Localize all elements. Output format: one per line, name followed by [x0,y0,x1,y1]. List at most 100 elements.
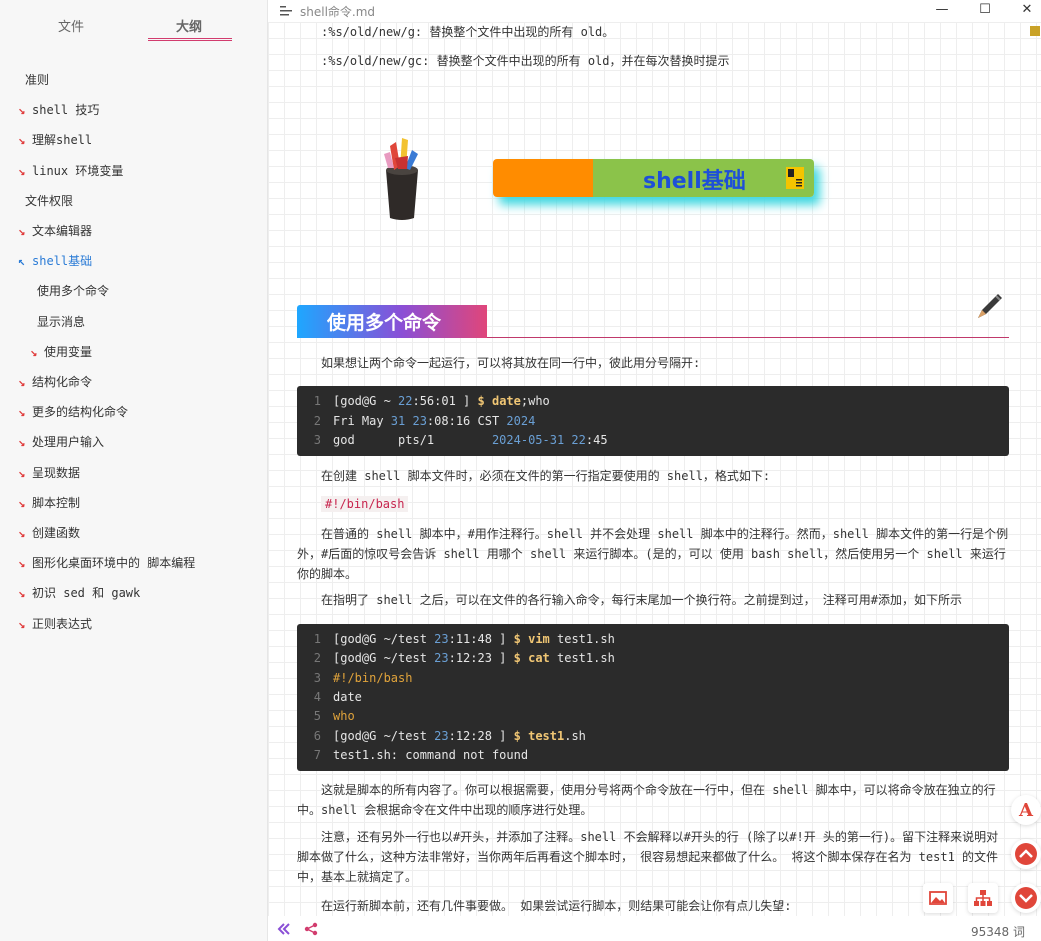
code-token: :11:48 ] [448,632,514,646]
code-block[interactable]: 1 [god@G ~/test 23:11:48 ] $ vim test1.sh… [297,624,1009,771]
line-number: 2 [313,413,321,428]
font-style-button[interactable]: A [1011,795,1041,825]
scroll-marker [1030,26,1040,36]
code-token: Fri May [333,413,391,428]
code-token: 23 [434,632,449,646]
outline-item[interactable]: ↘ 文本编辑器 [18,222,92,244]
line-number: 1 [313,394,321,408]
chevron-down-icon [1015,887,1037,909]
inline-code: #!/bin/bash [321,496,409,512]
outline-item[interactable]: ↘ 脚本控制 [18,494,80,516]
outline-sidebar: 文件 大纲 准则 ↘ shell 技巧 ↘ 理解shell ↘ linux 环境变量 文件权限… [0,0,268,941]
outline-item[interactable]: ↘ 呈现数据 [18,464,80,486]
line-number: 3 [313,433,321,447]
code-token: 23 [434,651,449,666]
outline-item-label: shell基础 [32,254,93,269]
scroll-down-button[interactable] [1011,883,1041,913]
expand-arrow-icon[interactable]: ↘ [18,224,32,238]
expand-arrow-icon[interactable]: ↘ [18,466,32,480]
code-token: [god@G ~ [333,394,399,408]
code-block[interactable]: 1 [god@G ~ 22:56:01 ] $ date;who 2 Fri May … [297,386,1009,456]
hamburger-menu-icon[interactable] [280,6,292,16]
outline-item[interactable]: 文件权限 [25,192,73,214]
outline-item[interactable]: ↘ 使用变量 [30,343,92,365]
outline-item-label: 创建函数 [32,526,81,540]
outline-tree-button[interactable] [968,883,998,913]
expand-arrow-icon[interactable]: ↘ [18,617,32,631]
code-token: 31 23 [390,413,427,428]
outline-item-label: 准则 [25,73,50,87]
maximize-button[interactable]: ☐ [976,2,994,20]
banner-title: shell基础 [643,169,746,194]
editor-content[interactable]: :%s/old/new/g: 替换整个文件中出现的所有 old。 :%s/old… [268,22,1041,916]
code-line: [god@G ~/test 23:11:48 ] $ vim test1.sh [333,632,615,646]
tab-outline[interactable]: 大纲 [176,16,202,35]
share-icon[interactable] [304,922,318,936]
outline-item[interactable]: 显示消息 [37,313,85,335]
expand-arrow-icon[interactable]: ↘ [18,103,32,117]
code-token: test1.sh: command not found [333,747,529,762]
code-token: [god@G ~/test [333,728,435,743]
title-bar: shell命令.md — ☐ ✕ [268,0,1041,22]
code-token: $ vim [513,632,550,646]
code-line: [god@G ~ 22:56:01 ] $ date;who [333,394,550,408]
outline-item[interactable]: 使用多个命令 [37,282,109,304]
outline-item-label: linux 环境变量 [32,163,124,178]
code-token: 2024 [506,413,536,428]
paragraph: 在运行新脚本前，还有几件事要做。 如果尝试运行脚本，则结果可能会让你有点儿失望: [321,899,792,913]
sitemap-icon [974,890,992,906]
expand-arrow-icon[interactable]: ↘ [18,496,32,510]
expand-arrow-icon[interactable]: ↘ [18,586,32,600]
outline-item-label: 文件权限 [25,193,74,208]
code-token: ;who [520,394,550,408]
outline-item-label: 正则表达式 [32,616,93,631]
code-token: .sh [564,728,586,743]
outline-item-label: 处理用户输入 [32,435,105,450]
code-token: test1.sh [549,651,615,666]
collapse-arrow-icon[interactable]: ↖ [18,254,32,268]
word-count[interactable]: 95348 词 [971,923,1025,940]
outline-item[interactable]: 准则 [25,71,49,93]
expand-arrow-icon[interactable]: ↘ [18,556,32,570]
outline-item[interactable]: ↘ 理解shell [18,131,92,153]
section-banner: shell基础 [493,159,814,197]
outline-item[interactable]: ↘ 图形化桌面环境中的 脚本编程 [18,554,195,576]
insert-image-button[interactable] [923,883,953,913]
code-line: god pts/1 2024-05-31 22:45 [333,433,608,447]
scroll-up-button[interactable] [1011,839,1041,869]
outline-item[interactable]: ↘ 正则表达式 [18,615,92,637]
outline-item[interactable]: ↘ 初识 sed 和 gawk [18,584,140,606]
expand-arrow-icon[interactable]: ↘ [18,164,32,178]
code-line: #!/bin/bash [333,671,412,685]
document-title: shell命令.md [300,5,376,19]
chevron-up-icon [1015,843,1037,865]
outline-item[interactable]: ↘ shell 技巧 [18,101,99,123]
outline-item-label: 使用变量 [44,344,93,359]
expand-arrow-icon[interactable]: ↘ [18,405,32,419]
outline-item[interactable]: ↘ linux 环境变量 [18,162,123,184]
expand-arrow-icon[interactable]: ↘ [18,375,32,389]
code-token: who [333,709,355,724]
outline-item[interactable]: ↘ 更多的结构化命令 [18,403,128,425]
code-token: 22 [398,394,413,408]
paragraph: 在普通的 shell 脚本中，#用作注释行。shell 并不会处理 shell … [297,527,1009,581]
code-token: $ date [477,394,521,408]
expand-arrow-icon[interactable]: ↘ [18,133,32,147]
outline-item-label: 图形化桌面环境中的 脚本编程 [32,556,196,571]
expand-arrow-icon[interactable]: ↘ [30,345,44,359]
outline-item[interactable]: ↖ shell基础 [18,252,92,274]
source-mode-icon[interactable] [276,922,292,936]
code-line: [god@G ~/test 23:12:28 ] $ test1.sh [333,729,586,743]
outline-item[interactable]: ↘ 创建函数 [18,524,80,546]
outline-item[interactable]: ↘ 处理用户输入 [18,433,104,455]
pencil-icon [978,294,1002,318]
close-button[interactable]: ✕ [1018,2,1036,20]
code-token: god pts/1 [333,433,492,447]
expand-arrow-icon[interactable]: ↘ [18,526,32,540]
active-tab-indicator [148,38,232,41]
outline-item[interactable]: ↘ 结构化命令 [18,373,92,395]
outline-item-label: 结构化命令 [32,375,93,389]
expand-arrow-icon[interactable]: ↘ [18,435,32,449]
minimize-button[interactable]: — [933,2,951,20]
tab-files[interactable]: 文件 [58,16,84,35]
